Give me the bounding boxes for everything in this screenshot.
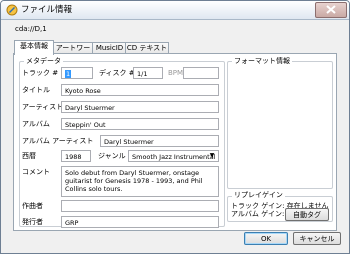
bpm-label: BPM [168,69,184,77]
window-title: ファイル情報 [21,5,73,15]
album-field[interactable]: Steppin' Out [61,118,219,130]
album-artist-field[interactable]: Daryl Stuermer [100,135,219,147]
title-label: タイトル [22,86,50,94]
track-field[interactable]: 1 [61,67,93,79]
format-info-group: フォーマット情報 [227,57,333,189]
artist-label: アーティスト [22,103,64,111]
basic-info-panel: メタデータ トラック # 1 ディスク # 1/1 BPM タイトル Kyoto… [13,53,337,231]
title-bar: ファイル情報 [1,1,349,20]
format-info-label: フォーマット情報 [232,57,292,66]
genre-dropdown[interactable]: Smooth Jazz Instrumental ▼ [128,150,219,162]
disc-label: ディスク # [99,69,135,77]
composer-label: 作曲者 [22,202,43,210]
album-label: アルバム [22,120,50,128]
tab-basic-info[interactable]: 基本情報 [14,40,54,55]
chevron-down-icon: ▼ [209,152,215,159]
track-value: 1 [65,70,72,78]
publisher-label: 発行者 [22,218,43,226]
track-label: トラック # [22,69,59,77]
auto-tag-button[interactable]: 自動タグ [285,208,329,221]
year-field[interactable]: 1988 [61,150,91,162]
publisher-field[interactable]: GRP [61,216,219,228]
title-field[interactable]: Kyoto Rose [61,84,219,96]
app-icon [6,4,18,16]
metadata-group: メタデータ トラック # 1 ディスク # 1/1 BPM タイトル Kyoto… [19,57,225,228]
cancel-button[interactable]: キャンセル [293,232,341,245]
ok-button[interactable]: OK [244,232,288,245]
disc-field[interactable]: 1/1 [133,67,163,79]
close-button[interactable] [315,2,347,18]
genre-value: Smooth Jazz Instrumental [132,153,216,161]
album-artist-label: アルバム アーティスト [22,137,94,145]
genre-label: ジャンル [98,152,126,160]
close-icon [326,5,336,14]
file-path: cda://D,1 [15,25,47,33]
composer-field[interactable] [61,200,219,212]
year-label: 西暦 [22,152,36,160]
comment-label: コメント [22,168,50,176]
file-info-dialog: ファイル情報 cda://D,1 基本情報 アートワーク MusicID CD … [0,0,350,254]
replaygain-label: リプレイゲイン [232,191,285,200]
bpm-field[interactable] [183,67,219,79]
metadata-group-label: メタデータ [24,57,63,66]
artist-field[interactable]: Daryl Stuermer [61,101,219,113]
comment-field[interactable]: Solo debut from Daryl Stuermer, onstage … [61,166,219,197]
